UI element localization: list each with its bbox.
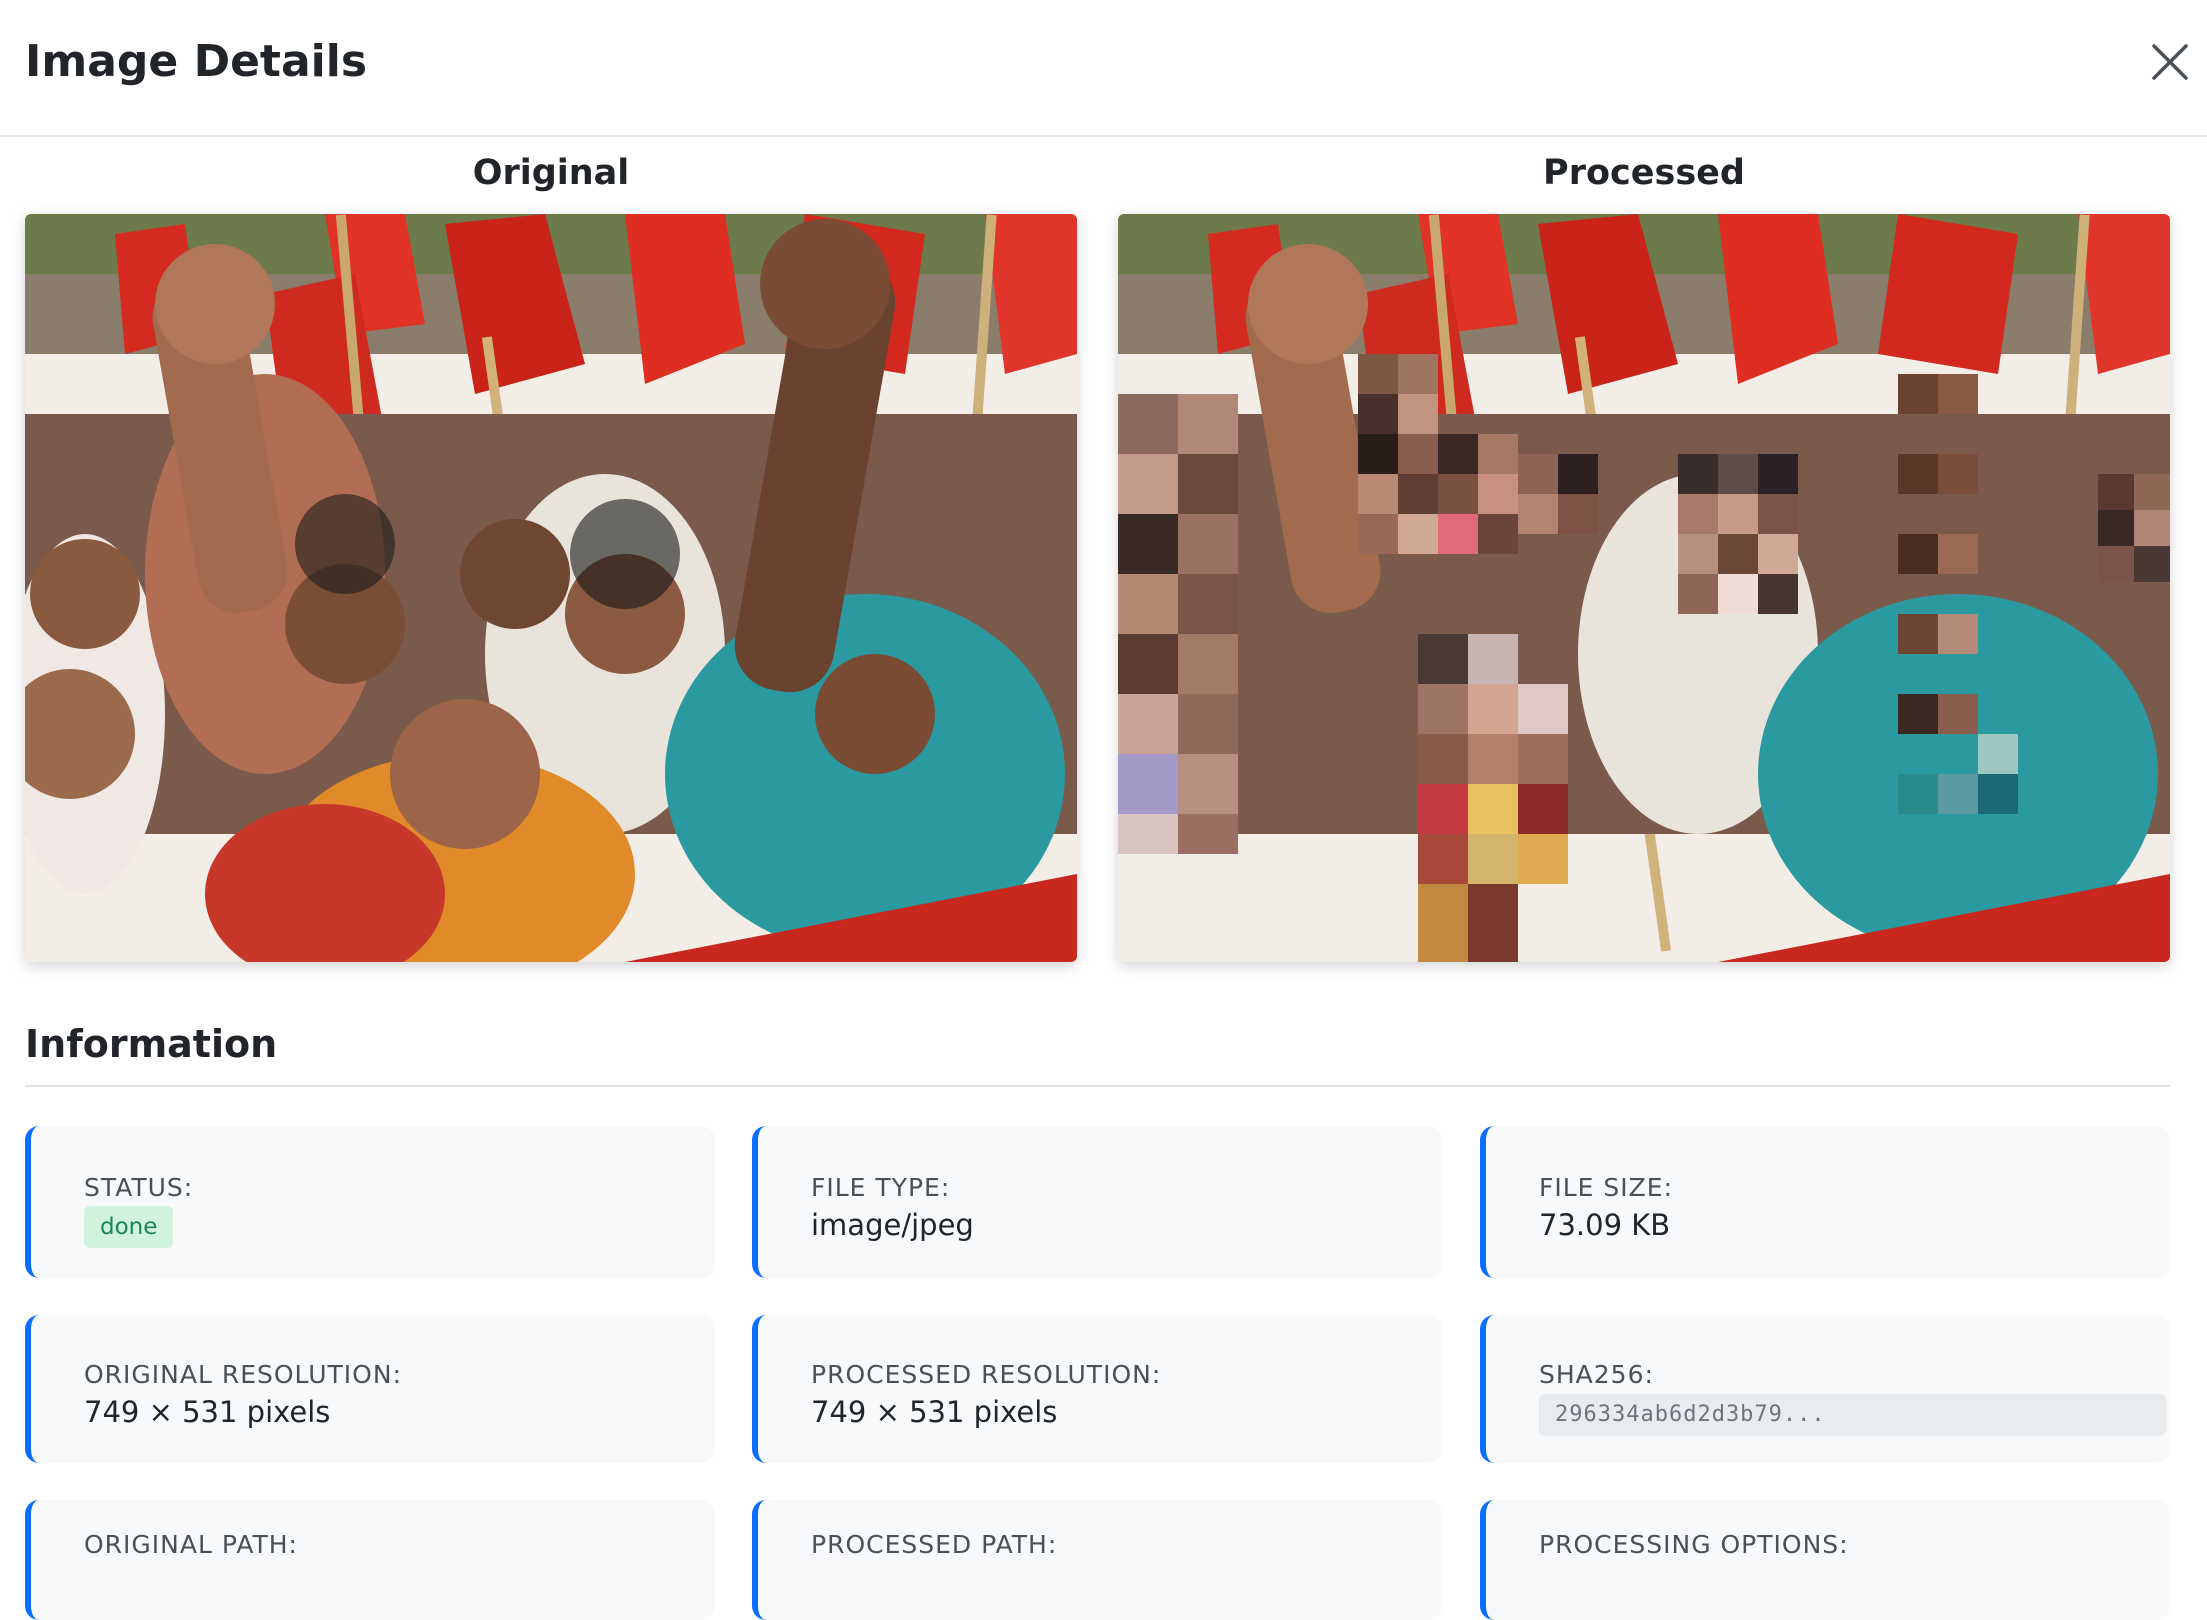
file-type-label: FILE TYPE:: [811, 1173, 951, 1202]
processed-image-label: Processed: [1543, 153, 1745, 193]
status-badge: done: [84, 1206, 174, 1248]
sha256-label: SHA256:: [1539, 1360, 1654, 1389]
original-image-label: Original: [472, 153, 630, 193]
sha256-card: SHA256: 296334ab6d2d3b79...: [1480, 1315, 2170, 1463]
close-icon: [2152, 44, 2188, 80]
file-size-label: FILE SIZE:: [1539, 1173, 1674, 1202]
processed-photo: [1118, 214, 2170, 962]
original-resolution-card: ORIGINAL RESOLUTION: 749 × 531 pixels: [25, 1315, 715, 1463]
processing-options-card: PROCESSING OPTIONS:: [1480, 1500, 2170, 1620]
sha256-value[interactable]: 296334ab6d2d3b79...: [1539, 1394, 2166, 1436]
processed-image[interactable]: [1118, 214, 2170, 962]
close-button[interactable]: [2146, 38, 2194, 86]
modal-title: Image Details: [25, 36, 368, 87]
original-photo: [25, 214, 1077, 962]
status-label: STATUS:: [84, 1173, 194, 1202]
processed-resolution-label: PROCESSED RESOLUTION:: [811, 1360, 1162, 1389]
status-card: STATUS: done: [25, 1126, 715, 1278]
original-resolution-value: 749 × 531 pixels: [84, 1395, 331, 1429]
modal-header: Image Details: [0, 0, 2207, 137]
file-type-card: FILE TYPE: image/jpeg: [752, 1126, 1442, 1278]
file-size-card: FILE SIZE: 73.09 KB: [1480, 1126, 2170, 1278]
information-title: Information: [25, 1022, 278, 1066]
section-divider: [25, 1085, 2170, 1087]
processed-resolution-value: 749 × 531 pixels: [811, 1395, 1058, 1429]
original-path-card: ORIGINAL PATH:: [25, 1500, 715, 1620]
file-type-value: image/jpeg: [811, 1208, 974, 1242]
original-resolution-label: ORIGINAL RESOLUTION:: [84, 1360, 402, 1389]
processed-path-card: PROCESSED PATH:: [752, 1500, 1442, 1620]
processed-resolution-card: PROCESSED RESOLUTION: 749 × 531 pixels: [752, 1315, 1442, 1463]
original-image[interactable]: [25, 214, 1077, 962]
file-size-value: 73.09 KB: [1539, 1208, 1671, 1242]
